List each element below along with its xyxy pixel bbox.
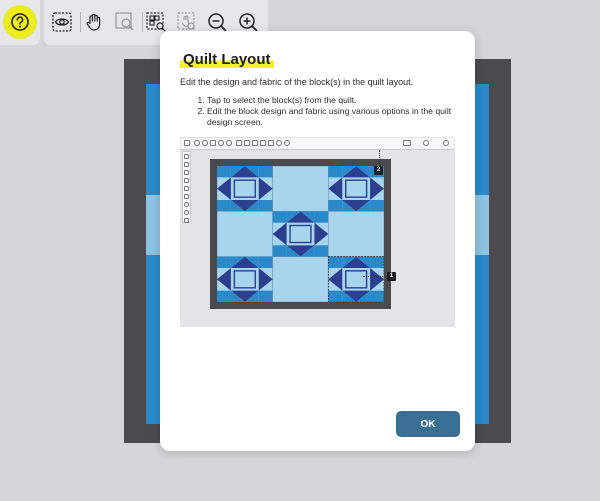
zoom-out-icon (208, 13, 227, 32)
quilt-canvas-stripe (475, 195, 489, 255)
hand-icon (244, 140, 250, 146)
help-icon (226, 140, 232, 146)
quilt-block (328, 211, 384, 257)
sample-quilt-blocks (217, 166, 384, 302)
ok-button[interactable]: OK (396, 411, 460, 437)
zoom-out-icon (276, 140, 282, 146)
undo-icon (194, 140, 200, 146)
zoom-fit-button[interactable] (144, 10, 168, 34)
zoom-in-icon (284, 140, 290, 146)
layout-icon (403, 140, 411, 146)
eye-icon (52, 12, 72, 32)
select-area-icon (184, 162, 189, 167)
zoom-fit-icon (146, 12, 166, 32)
quilt-block (272, 256, 329, 302)
quilt-screen-illustration: 2 1 (180, 137, 455, 327)
scissors-icon (184, 194, 189, 199)
illustration-sidebar (182, 151, 191, 223)
zoom-selection-button[interactable] (113, 10, 137, 34)
zoom-in-icon (239, 13, 258, 32)
exit-icon (443, 140, 449, 146)
zoom-selection-icon (252, 140, 258, 146)
home-icon (184, 140, 190, 146)
view-button[interactable] (50, 10, 74, 34)
pan-button[interactable] (82, 10, 106, 34)
gear-icon (423, 140, 429, 146)
step-item: Edit the block design and fabric using v… (207, 106, 469, 128)
toolbar-divider (80, 12, 81, 32)
hand-icon (86, 13, 101, 31)
help-button[interactable] (6, 8, 34, 36)
help-group (0, 0, 40, 45)
block-icon (184, 170, 189, 175)
callout-badge-1: 1 (387, 272, 396, 281)
block-grid-icon (184, 178, 189, 183)
file-icon (210, 140, 216, 146)
illustration-toolbar (181, 138, 454, 150)
quilt-block (272, 166, 329, 212)
quilt-block (217, 211, 273, 257)
callout-line (363, 276, 387, 277)
question-circle-icon (11, 13, 29, 31)
block-grid-icon (184, 186, 189, 191)
zoom-fit-icon (260, 140, 266, 146)
sample-quilt (210, 159, 391, 309)
quilt-layout-dialog: Quilt Layout Edit the design and fabric … (160, 31, 475, 451)
fabric-icon (184, 210, 189, 215)
select-icon (184, 154, 189, 159)
rotate-icon (184, 202, 189, 207)
trash-icon (184, 218, 189, 223)
quilt-canvas-stripe (146, 195, 160, 255)
step-item: Tap to select the block(s) from the quil… (207, 95, 469, 106)
settings-icon (218, 140, 224, 146)
zoom-region-icon (268, 140, 274, 146)
toolbar-divider (142, 12, 143, 32)
redo-icon (202, 140, 208, 146)
callout-badge-2: 2 (374, 166, 383, 175)
grid-icon (236, 140, 242, 146)
zoom-region-icon (177, 12, 195, 30)
dialog-title: Quilt Layout (180, 51, 274, 68)
dialog-intro: Edit the design and fabric of the block(… (180, 77, 414, 87)
steps-list: Tap to select the block(s) from the quil… (193, 95, 469, 128)
zoom-selection-icon (115, 12, 134, 31)
